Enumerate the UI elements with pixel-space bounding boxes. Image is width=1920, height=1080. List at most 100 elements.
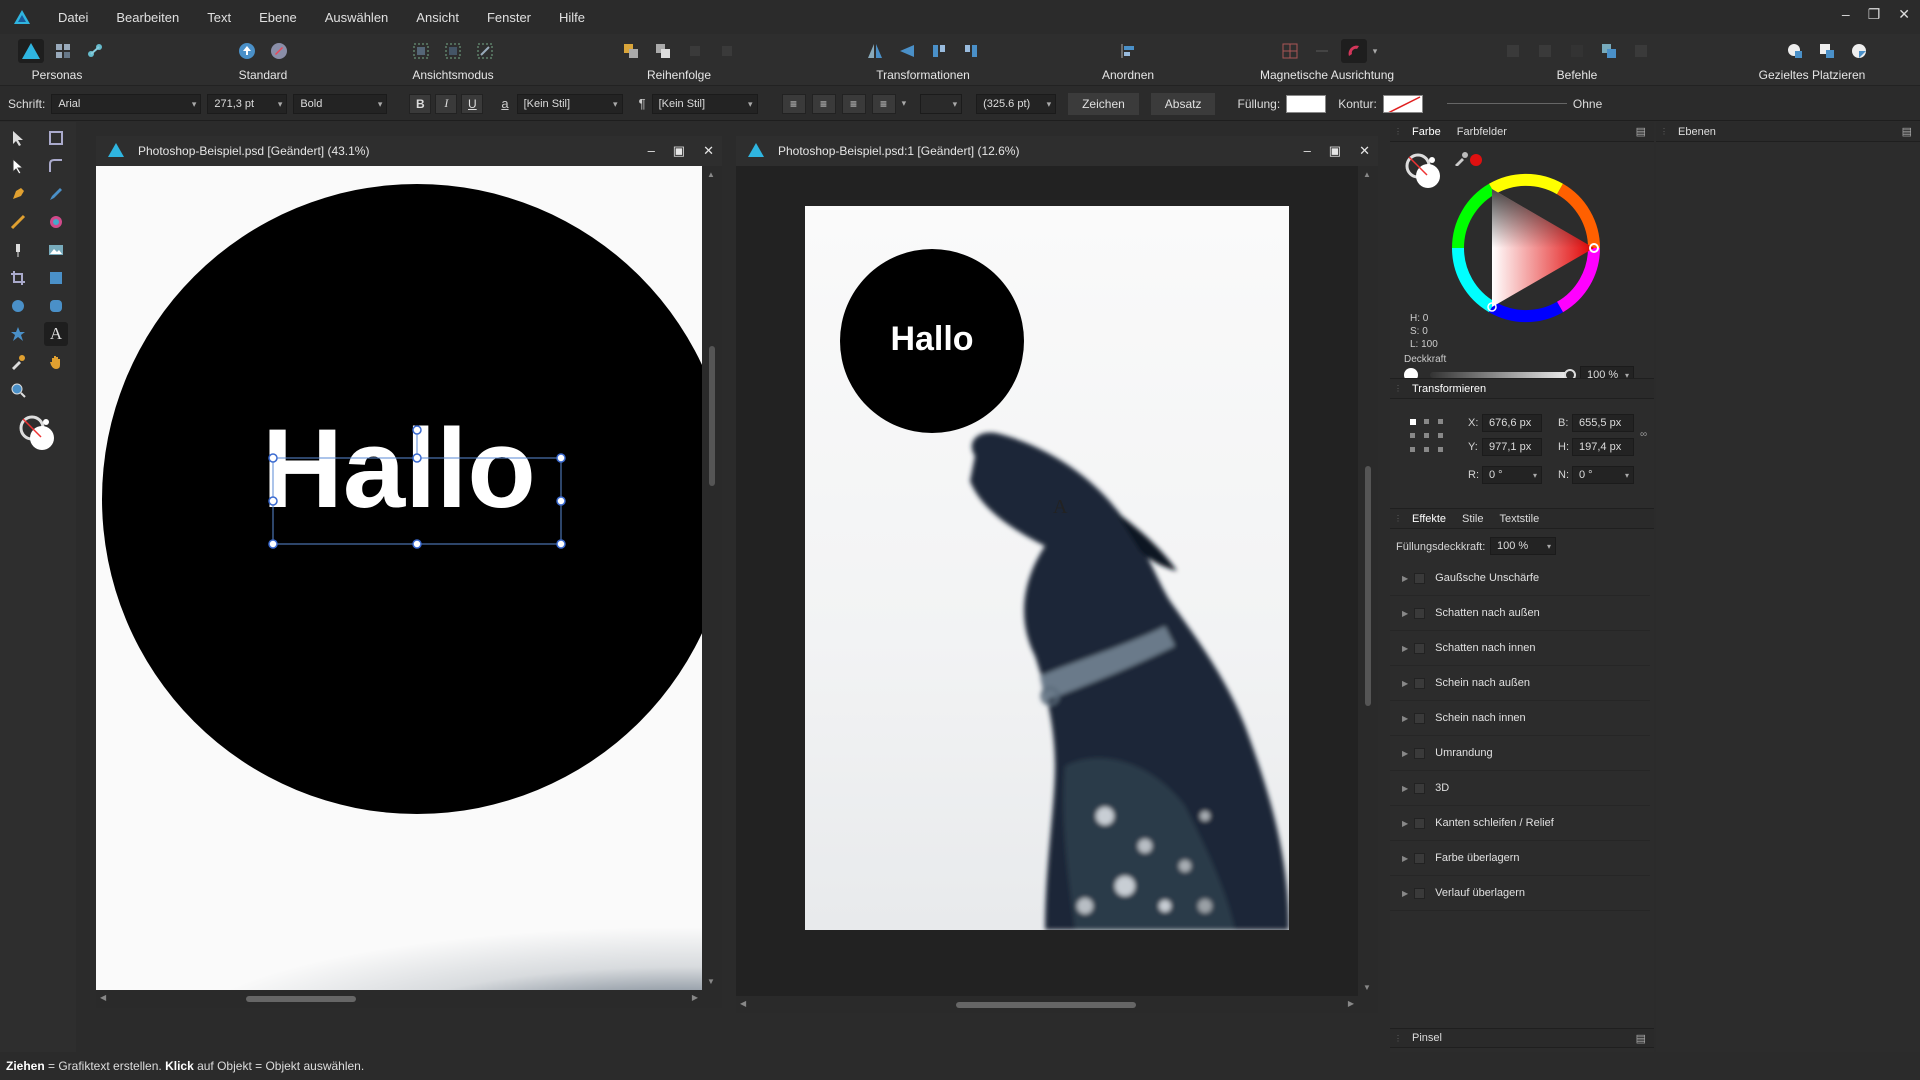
expand-icon[interactable]: ▶ bbox=[1402, 644, 1408, 653]
place-2-icon[interactable] bbox=[1814, 39, 1840, 63]
eyedropper-icon[interactable] bbox=[1454, 152, 1468, 169]
scroll-left-icon[interactable]: ◀ bbox=[740, 999, 746, 1008]
snap-line-icon[interactable] bbox=[1309, 39, 1335, 63]
width-field[interactable]: 655,5 px bbox=[1572, 414, 1634, 432]
maximize-icon[interactable]: ▣ bbox=[1329, 143, 1341, 159]
pen-tool-icon[interactable] bbox=[6, 182, 30, 206]
close-icon[interactable]: ✕ bbox=[1359, 143, 1370, 159]
scroll-thumb[interactable] bbox=[956, 1002, 1136, 1008]
menu-bearbeiten[interactable]: Bearbeiten bbox=[102, 10, 193, 25]
tab-styles[interactable]: Stile bbox=[1454, 513, 1491, 525]
expand-icon[interactable]: ▶ bbox=[1402, 749, 1408, 758]
fill-opacity-field[interactable]: 100 % ▾ bbox=[1490, 537, 1556, 555]
menu-fenster[interactable]: Fenster bbox=[473, 10, 545, 25]
expand-icon[interactable]: ▶ bbox=[1402, 889, 1408, 898]
place-image-icon[interactable] bbox=[44, 238, 68, 262]
menu-ansicht[interactable]: Ansicht bbox=[402, 10, 473, 25]
menu-text[interactable]: Text bbox=[193, 10, 245, 25]
spacing-dropdown[interactable]: ▾ bbox=[920, 93, 963, 114]
node-tool-icon[interactable] bbox=[6, 154, 30, 178]
scroll-thumb[interactable] bbox=[709, 346, 715, 486]
y-field[interactable]: 977,1 px bbox=[1482, 438, 1542, 456]
minimize-icon[interactable]: – bbox=[1842, 6, 1850, 23]
paragraph-button[interactable]: Absatz bbox=[1150, 92, 1216, 115]
flip-vertical-icon[interactable] bbox=[894, 39, 920, 63]
scroll-up-icon[interactable]: ▲ bbox=[707, 170, 715, 179]
view-mode-3-icon[interactable] bbox=[472, 39, 498, 63]
close-icon[interactable]: ✕ bbox=[1898, 6, 1910, 23]
tab-text-styles[interactable]: Textstile bbox=[1491, 513, 1547, 525]
horizontal-scrollbar-2[interactable]: ◀ ▶ bbox=[736, 996, 1378, 1013]
panel-menu-icon[interactable]: ▤ bbox=[1636, 1032, 1646, 1045]
transparency-tool-icon[interactable] bbox=[6, 238, 30, 262]
restore-icon[interactable]: ❐ bbox=[1868, 6, 1881, 23]
brush-tool-icon[interactable] bbox=[6, 210, 30, 234]
rotate-left-icon[interactable] bbox=[926, 39, 952, 63]
magnet-icon[interactable] bbox=[1340, 39, 1367, 63]
pencil-tool-icon[interactable] bbox=[44, 182, 68, 206]
panel-menu-icon[interactable]: ▤ bbox=[1636, 125, 1646, 138]
effect-bevel-emboss[interactable]: ▶ Kanten schleifen / Relief bbox=[1390, 806, 1650, 841]
effect-gradient-overlay[interactable]: ▶ Verlauf überlagern bbox=[1390, 876, 1650, 911]
height-field[interactable]: 197,4 px bbox=[1572, 438, 1634, 456]
place-1-icon[interactable] bbox=[1782, 39, 1808, 63]
checkbox[interactable] bbox=[1414, 607, 1426, 619]
checkbox[interactable] bbox=[1414, 712, 1426, 724]
cmd-2-icon[interactable] bbox=[1532, 39, 1558, 63]
crop-tool-icon[interactable] bbox=[6, 266, 30, 290]
ellipse-tool-icon[interactable] bbox=[6, 294, 30, 318]
paragraph-style-dropdown[interactable]: [Kein Stil] ▾ bbox=[651, 93, 758, 114]
cmd-1-icon[interactable] bbox=[1500, 39, 1526, 63]
scroll-right-icon[interactable]: ▶ bbox=[1348, 999, 1354, 1008]
expand-icon[interactable]: ▶ bbox=[1402, 574, 1408, 583]
leading-dropdown[interactable]: (325.6 pt) ▾ bbox=[976, 93, 1057, 114]
menu-auswaehlen[interactable]: Auswählen bbox=[311, 10, 403, 25]
tab-swatches[interactable]: Farbfelder bbox=[1449, 126, 1515, 138]
forward-icon[interactable] bbox=[650, 39, 676, 63]
zoom-tool-icon[interactable] bbox=[6, 378, 30, 402]
snap-grid-icon[interactable] bbox=[1277, 39, 1303, 63]
font-size-dropdown[interactable]: 271,3 pt ▾ bbox=[207, 93, 288, 114]
shear-field[interactable]: 0 ° ▾ bbox=[1572, 466, 1634, 484]
bring-front-icon[interactable] bbox=[618, 39, 644, 63]
rounded-rect-tool-icon[interactable] bbox=[44, 294, 68, 318]
canvas-2[interactable]: Hallo A bbox=[736, 166, 1358, 996]
text-tool-icon[interactable]: A bbox=[44, 322, 68, 346]
scroll-down-icon[interactable]: ▼ bbox=[1363, 983, 1371, 992]
minimize-icon[interactable]: – bbox=[648, 143, 655, 159]
color-wheel[interactable] bbox=[1446, 168, 1606, 328]
align-left-icon[interactable]: ≡ bbox=[781, 93, 806, 114]
scroll-thumb[interactable] bbox=[246, 996, 356, 1002]
checkbox[interactable] bbox=[1414, 782, 1426, 794]
expand-icon[interactable]: ▶ bbox=[1402, 819, 1408, 828]
align-icon[interactable] bbox=[1115, 39, 1141, 63]
artboard[interactable]: Hallo A bbox=[805, 206, 1289, 930]
star-tool-icon[interactable] bbox=[6, 322, 30, 346]
move-tool-icon[interactable] bbox=[6, 126, 30, 150]
effect-outer-shadow[interactable]: ▶ Schatten nach außen bbox=[1390, 596, 1650, 631]
menu-ebene[interactable]: Ebene bbox=[245, 10, 311, 25]
tab-color[interactable]: Farbe bbox=[1404, 126, 1449, 138]
underline-button[interactable]: U bbox=[461, 93, 484, 114]
scroll-down-icon[interactable]: ▼ bbox=[707, 977, 715, 986]
justify-icon[interactable]: ≡ bbox=[871, 93, 896, 114]
designer-persona-icon[interactable] bbox=[18, 39, 44, 63]
effect-inner-glow[interactable]: ▶ Schein nach innen bbox=[1390, 701, 1650, 736]
snapping-dropdown-icon[interactable]: ▾ bbox=[1373, 46, 1378, 57]
menu-hilfe[interactable]: Hilfe bbox=[545, 10, 599, 25]
expand-icon[interactable]: ▶ bbox=[1402, 854, 1408, 863]
fill-swatch[interactable] bbox=[1286, 94, 1327, 113]
vertical-scrollbar-1[interactable]: ▲ ▼ bbox=[702, 166, 722, 990]
color-picker-icon[interactable] bbox=[6, 350, 30, 374]
checkbox[interactable] bbox=[1414, 572, 1426, 584]
hallo-text-small[interactable]: Hallo bbox=[840, 318, 1024, 360]
effect-outline[interactable]: ▶ Umrandung bbox=[1390, 736, 1650, 771]
character-style-dropdown[interactable]: [Kein Stil] ▾ bbox=[516, 93, 623, 114]
maximize-icon[interactable]: ▣ bbox=[673, 143, 685, 159]
close-icon[interactable]: ✕ bbox=[703, 143, 714, 159]
horizontal-scrollbar-1[interactable]: ◀ ▶ bbox=[96, 990, 722, 1008]
color-swatch-widget[interactable] bbox=[18, 414, 58, 457]
effect-gaussian-blur[interactable]: ▶ Gaußsche Unschärfe bbox=[1390, 561, 1650, 596]
checkbox[interactable] bbox=[1414, 852, 1426, 864]
effect-color-overlay[interactable]: ▶ Farbe überlagern bbox=[1390, 841, 1650, 876]
